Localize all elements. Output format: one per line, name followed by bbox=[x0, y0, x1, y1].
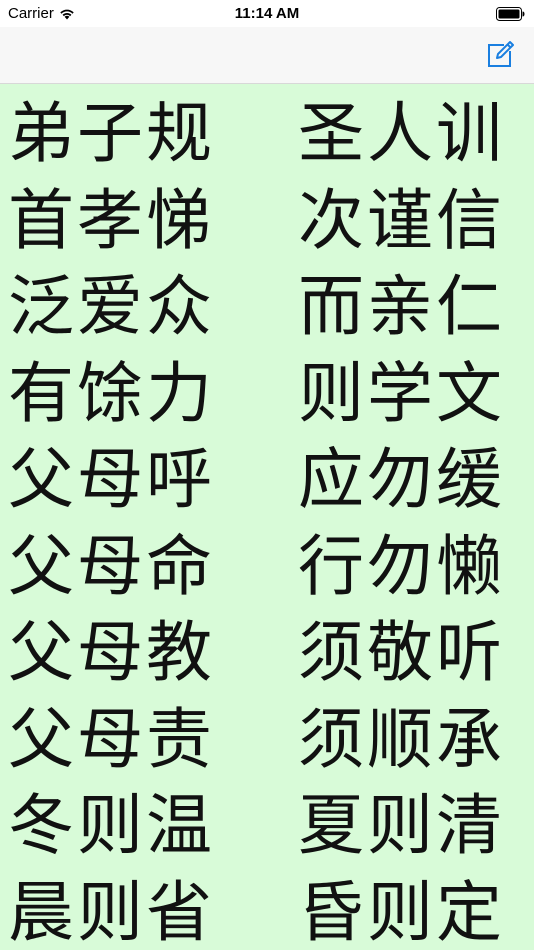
verse-right-phrase: 应勿缓 bbox=[298, 441, 505, 518]
verse-left-phrase: 父母教 bbox=[8, 614, 215, 691]
verse-right-phrase: 圣人训 bbox=[298, 95, 505, 172]
verse-left-phrase: 父母呼 bbox=[8, 441, 215, 518]
verse-left-phrase: 晨则省 bbox=[8, 873, 215, 950]
verse-line: 冬则温 夏则清 bbox=[0, 776, 534, 864]
verse-line: 父母教 须敬听 bbox=[0, 603, 534, 691]
verse-left-phrase: 首孝悌 bbox=[8, 181, 215, 259]
verse-right-phrase: 次谨信 bbox=[298, 181, 505, 259]
verse-left-phrase: 父母命 bbox=[8, 527, 215, 605]
verse-left-phrase: 泛爱众 bbox=[8, 268, 215, 345]
verse-line: 首孝悌 次谨信 bbox=[0, 171, 534, 259]
verse-line: 晨则省 昏则定 bbox=[0, 863, 534, 950]
verse-line: 父母命 行勿懒 bbox=[0, 517, 534, 605]
verse-left-phrase: 父母责 bbox=[8, 700, 215, 778]
verse-right-phrase: 夏则清 bbox=[298, 787, 505, 864]
verse-content: 弟子规 圣人训 首孝悌 次谨信 泛爱众 而亲仁 有馀力 则学文 父母呼 应勿缓 … bbox=[0, 84, 534, 950]
status-time: 11:14 AM bbox=[234, 5, 300, 22]
verse-line: 父母呼 应勿缓 bbox=[0, 430, 534, 518]
verse-line: 泛爱众 而亲仁 bbox=[0, 257, 534, 345]
verse-line: 父母责 须顺承 bbox=[0, 690, 534, 778]
battery-icon bbox=[496, 7, 525, 21]
verse-left-phrase: 弟子规 bbox=[8, 95, 215, 172]
compose-icon[interactable] bbox=[484, 39, 516, 71]
verse-left-phrase: 冬则温 bbox=[8, 787, 215, 864]
verse-right-phrase: 而亲仁 bbox=[298, 268, 505, 345]
verse-right-phrase: 则学文 bbox=[298, 354, 505, 432]
verse-line: 有馀力 则学文 bbox=[0, 344, 534, 432]
verse-right-phrase: 昏则定 bbox=[298, 873, 505, 950]
verse-right-phrase: 须敬听 bbox=[298, 614, 505, 691]
verse-right-phrase: 行勿懒 bbox=[298, 527, 505, 605]
status-bar: Carrier 11:14 AM bbox=[0, 0, 534, 27]
navigation-bar bbox=[0, 27, 534, 84]
verse-right-phrase: 须顺承 bbox=[298, 700, 505, 778]
verse-line: 弟子规 圣人训 bbox=[0, 84, 534, 172]
verse-left-phrase: 有馀力 bbox=[8, 354, 215, 432]
